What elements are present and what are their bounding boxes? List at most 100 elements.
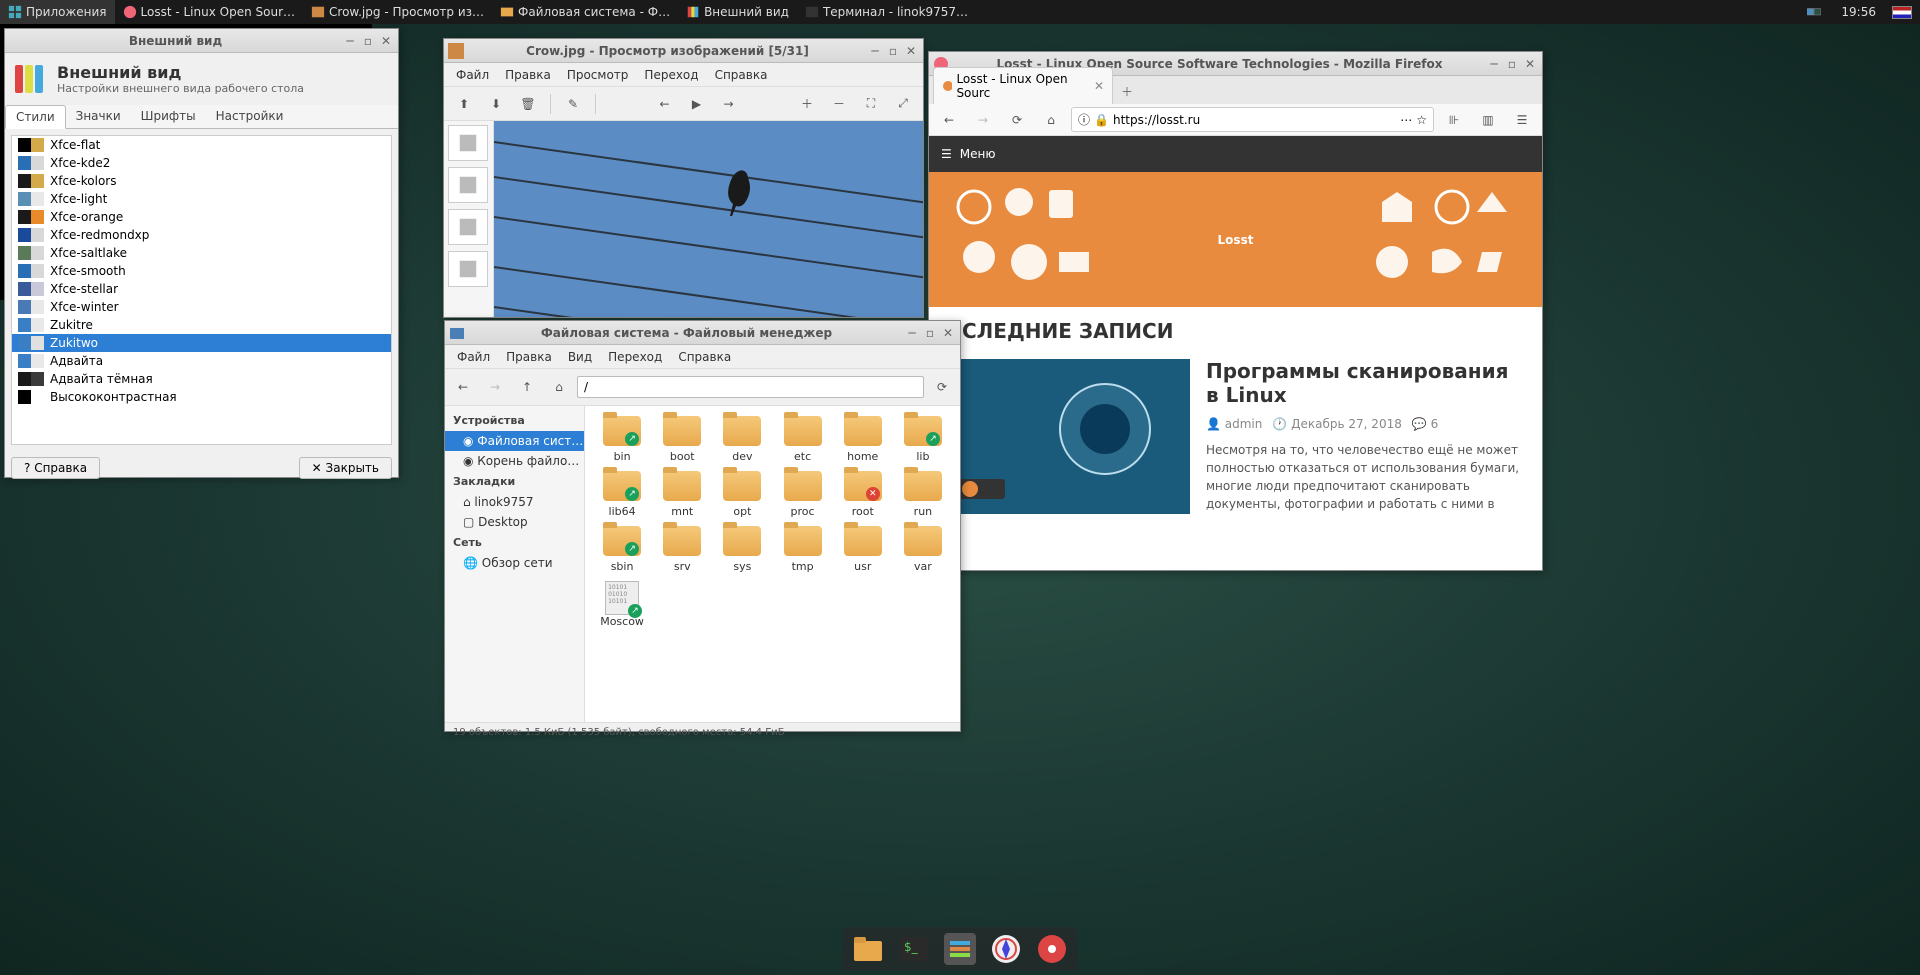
menu-Справка[interactable]: Справка (670, 348, 739, 366)
save-icon[interactable]: ⬇ (482, 90, 510, 118)
back-button[interactable]: ← (935, 106, 963, 134)
delete-icon[interactable]: 🗑 (514, 90, 542, 118)
maximize-button[interactable]: ▫ (885, 43, 901, 59)
task-firefox[interactable]: Losst - Linux Open Sour… (115, 0, 304, 24)
folder-mnt[interactable]: mnt (653, 469, 711, 520)
folder-bin[interactable]: ↗bin (593, 414, 651, 465)
style-list[interactable]: Xfce-flatXfce-kde2Xfce-kolorsXfce-lightX… (11, 135, 392, 445)
style-Адвайта тёмная[interactable]: Адвайта тёмная (12, 370, 391, 388)
close-button[interactable]: ✕ (903, 43, 919, 59)
browser-tab[interactable]: Losst - Linux Open Sourc✕ (933, 67, 1113, 104)
menu-Просмотр[interactable]: Просмотр (559, 66, 637, 84)
clock[interactable]: 19:56 (1833, 0, 1884, 24)
icon-view[interactable]: ↗binbootdevetchome↗lib↗lib64mntoptproc✕r… (585, 406, 960, 722)
folder-lib[interactable]: ↗lib (894, 414, 952, 465)
sidebar-icon[interactable]: ▥ (1474, 106, 1502, 134)
play-icon[interactable]: ▶ (683, 90, 711, 118)
home-button[interactable]: ⌂ (1037, 106, 1065, 134)
edit-icon[interactable]: ✎ (559, 90, 587, 118)
tab-Стили[interactable]: Стили (5, 105, 66, 129)
folder-usr[interactable]: usr (834, 524, 892, 575)
keyboard-layout[interactable] (1884, 0, 1920, 24)
bookmark-icon[interactable]: ☆ (1416, 113, 1427, 127)
folder-srv[interactable]: srv (653, 524, 711, 575)
url-bar[interactable]: ⓘ 🔒 https://losst.ru ⋯ ☆ (1071, 107, 1434, 132)
minimize-button[interactable]: ─ (867, 43, 883, 59)
prev-icon[interactable]: ← (651, 90, 679, 118)
folder-boot[interactable]: boot (653, 414, 711, 465)
dock-settings[interactable] (943, 932, 977, 966)
style-Xfce-light[interactable]: Xfce-light (12, 190, 391, 208)
menu-Правка[interactable]: Правка (497, 66, 559, 84)
close-button[interactable]: ✕ (940, 325, 956, 341)
file-Moscow[interactable]: 101010101010101↗Moscow (593, 579, 651, 630)
reload-button[interactable]: ⟳ (1003, 106, 1031, 134)
path-input[interactable] (577, 376, 924, 398)
thumbnail[interactable] (448, 167, 488, 203)
titlebar[interactable]: Crow.jpg - Просмотр изображений [5/31] ─… (444, 39, 923, 63)
menu-Справка[interactable]: Справка (707, 66, 776, 84)
folder-sbin[interactable]: ↗sbin (593, 524, 651, 575)
minimize-button[interactable]: ─ (342, 33, 358, 49)
article-title[interactable]: Программы сканирования в Linux (1206, 359, 1526, 407)
menu-Файл[interactable]: Файл (448, 66, 497, 84)
style-Xfce-redmondxp[interactable]: Xfce-redmondxp (12, 226, 391, 244)
thumbnail[interactable] (448, 125, 488, 161)
library-icon[interactable]: ⊪ (1440, 106, 1468, 134)
style-Xfce-orange[interactable]: Xfce-orange (12, 208, 391, 226)
site-menu[interactable]: ☰ Меню (929, 136, 1542, 172)
minimize-button[interactable]: ─ (904, 325, 920, 341)
minimize-button[interactable]: ─ (1486, 56, 1502, 72)
sidebar-Desktop[interactable]: ▢ Desktop (445, 512, 584, 532)
article-image[interactable] (945, 359, 1190, 514)
sidebar-Файловая сист…[interactable]: ◉ Файловая сист… (445, 431, 584, 451)
maximize-button[interactable]: ▫ (1504, 56, 1520, 72)
thumbnail[interactable] (448, 251, 488, 287)
zoom-out-icon[interactable]: － (825, 90, 853, 118)
menu-Переход[interactable]: Переход (636, 66, 706, 84)
style-Xfce-stellar[interactable]: Xfce-stellar (12, 280, 391, 298)
tab-Значки[interactable]: Значки (66, 105, 131, 128)
dock-browser[interactable] (989, 932, 1023, 966)
style-Высококонтрастная[interactable]: Высококонтрастная (12, 388, 391, 406)
style-Xfce-saltlake[interactable]: Xfce-saltlake (12, 244, 391, 262)
folder-etc[interactable]: etc (774, 414, 832, 465)
folder-home[interactable]: home (834, 414, 892, 465)
help-button[interactable]: ? Справка (11, 457, 100, 479)
style-Xfce-kolors[interactable]: Xfce-kolors (12, 172, 391, 190)
style-Zukitwo[interactable]: Zukitwo (12, 334, 391, 352)
thumbnail[interactable] (448, 209, 488, 245)
back-button[interactable]: ← (449, 373, 477, 401)
forward-button[interactable]: → (969, 106, 997, 134)
apps-menu[interactable]: Приложения (0, 0, 115, 24)
style-Xfce-flat[interactable]: Xfce-flat (12, 136, 391, 154)
titlebar[interactable]: Внешний вид ─ ▫ ✕ (5, 29, 398, 53)
menu-Файл[interactable]: Файл (449, 348, 498, 366)
close-button[interactable]: ✕ (1522, 56, 1538, 72)
folder-proc[interactable]: proc (774, 469, 832, 520)
style-Xfce-kde2[interactable]: Xfce-kde2 (12, 154, 391, 172)
more-icon[interactable]: ⋯ (1400, 113, 1412, 127)
fullscreen-icon[interactable]: ⤢ (889, 90, 917, 118)
sidebar-Корень файло…[interactable]: ◉ Корень файло… (445, 451, 584, 471)
close-button[interactable]: ✕ Закрыть (299, 457, 392, 479)
home-button[interactable]: ⌂ (545, 373, 573, 401)
menu-icon[interactable]: ☰ (1508, 106, 1536, 134)
style-Zukitre[interactable]: Zukitre (12, 316, 391, 334)
sidebar-linok9757[interactable]: ⌂ linok9757 (445, 492, 584, 512)
tab-Настройки[interactable]: Настройки (206, 105, 294, 128)
style-Xfce-winter[interactable]: Xfce-winter (12, 298, 391, 316)
dock-files[interactable] (851, 932, 885, 966)
maximize-button[interactable]: ▫ (360, 33, 376, 49)
sidebar-Обзор сети[interactable]: 🌐 Обзор сети (445, 553, 584, 573)
menu-Вид[interactable]: Вид (560, 348, 600, 366)
task-viewer[interactable]: Crow.jpg - Просмотр из… (303, 0, 492, 24)
task-fm[interactable]: Файловая система - Ф… (492, 0, 678, 24)
up-button[interactable]: ↑ (513, 373, 541, 401)
style-Адвайта[interactable]: Адвайта (12, 352, 391, 370)
folder-root[interactable]: ✕root (834, 469, 892, 520)
forward-button[interactable]: → (481, 373, 509, 401)
folder-tmp[interactable]: tmp (774, 524, 832, 575)
maximize-button[interactable]: ▫ (922, 325, 938, 341)
info-icon[interactable]: ⓘ (1078, 111, 1090, 128)
